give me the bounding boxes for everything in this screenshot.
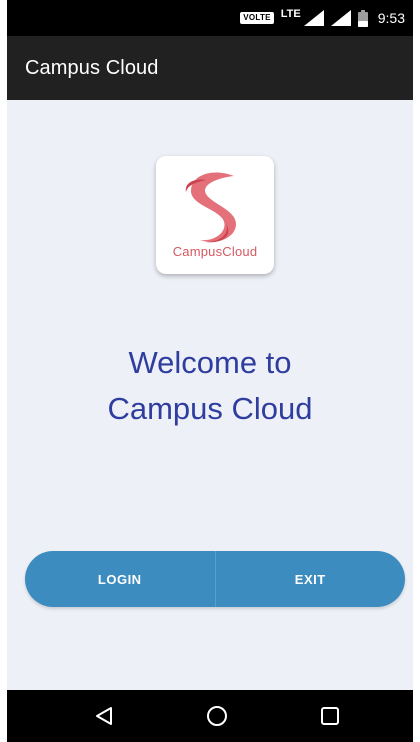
- navigation-bar: [7, 690, 413, 742]
- network-type-label: LTE: [280, 8, 301, 20]
- status-bar: VOLTE LTE 9:53: [7, 0, 413, 36]
- campus-cloud-logo: CampusCloud: [156, 156, 274, 274]
- signal-icon: [330, 10, 351, 26]
- clock: 9:53: [377, 10, 405, 26]
- action-button-group: LOGIN EXIT: [25, 551, 405, 607]
- back-icon: [96, 707, 112, 725]
- welcome-line-1: Welcome to: [128, 345, 292, 380]
- recents-icon: [321, 707, 339, 725]
- back-button[interactable]: [74, 690, 134, 742]
- home-icon: [207, 706, 227, 726]
- phone-screen: VOLTE LTE 9:53 Campus Cloud CampusCloud …: [0, 0, 420, 742]
- app-bar: Campus Cloud: [7, 36, 413, 100]
- status-icons: VOLTE LTE 9:53: [240, 0, 405, 36]
- welcome-heading: Welcome to Campus Cloud: [7, 340, 413, 432]
- app-frame: VOLTE LTE 9:53 Campus Cloud CampusCloud …: [7, 0, 413, 742]
- volte-icon: VOLTE: [240, 12, 274, 24]
- signal-icon: [303, 10, 324, 26]
- home-button[interactable]: [187, 690, 247, 742]
- battery-icon: [357, 9, 368, 27]
- login-button[interactable]: LOGIN: [25, 551, 215, 607]
- welcome-line-2: Campus Cloud: [107, 391, 313, 426]
- exit-button[interactable]: EXIT: [216, 551, 406, 607]
- logo-text: CampusCloud: [172, 244, 258, 259]
- recents-button[interactable]: [300, 690, 360, 742]
- app-title: Campus Cloud: [25, 57, 159, 79]
